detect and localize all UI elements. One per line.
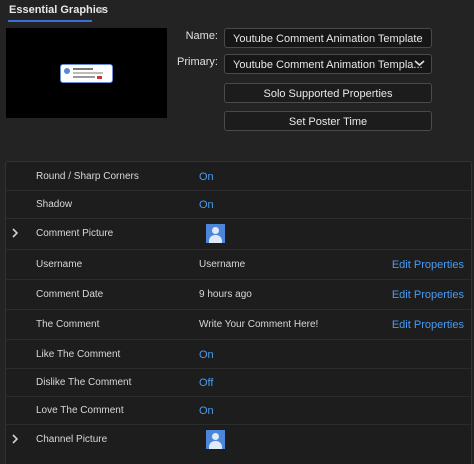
edit-properties-link[interactable]: Edit Properties — [392, 319, 464, 331]
property-label: Love The Comment — [36, 405, 124, 416]
property-toggle[interactable]: On — [199, 405, 214, 417]
preview-line — [73, 72, 103, 74]
property-value[interactable]: Username — [199, 259, 245, 270]
name-label: Name: — [185, 30, 218, 42]
property-label: Round / Sharp Corners — [36, 171, 139, 182]
property-label: Dislike The Comment — [36, 377, 132, 388]
property-value[interactable]: 9 hours ago — [199, 289, 252, 300]
panel-tab-underline — [8, 20, 92, 22]
property-row-round-corners: Round / Sharp Corners On — [6, 162, 471, 191]
property-toggle[interactable]: Off — [199, 377, 213, 389]
property-row-username: Username Username Edit Properties — [6, 250, 471, 280]
property-toggle[interactable]: On — [199, 199, 214, 211]
preview-heart — [97, 76, 102, 79]
preview-line — [73, 68, 93, 70]
property-label: Comment Date — [36, 289, 104, 300]
property-label: Username — [36, 259, 83, 270]
edit-properties-link[interactable]: Edit Properties — [392, 259, 464, 271]
property-label: The Comment — [36, 319, 100, 330]
properties-list: Round / Sharp Corners On Shadow On Comme… — [5, 161, 472, 464]
property-value[interactable]: Write Your Comment Here! — [199, 319, 318, 330]
chevron-right-icon[interactable] — [11, 228, 19, 241]
name-input[interactable]: Youtube Comment Animation Template — [224, 28, 432, 48]
panel-menu-icon[interactable]: ≡ — [97, 3, 104, 17]
property-row-love: Love The Comment On — [6, 397, 471, 425]
primary-select-value: Youtube Comment Animation Templa... — [233, 59, 423, 71]
solo-supported-properties-button[interactable]: Solo Supported Properties — [224, 83, 432, 103]
property-row-the-comment: The Comment Write Your Comment Here! Edi… — [6, 310, 471, 340]
property-label: Like The Comment — [36, 349, 121, 360]
property-row-like: Like The Comment On — [6, 340, 471, 369]
panel-header: Essential Graphics ≡ — [0, 0, 474, 22]
user-placeholder-icon[interactable] — [206, 430, 225, 449]
preview-icons — [73, 76, 95, 78]
property-row-shadow: Shadow On — [6, 191, 471, 219]
user-placeholder-icon[interactable] — [206, 224, 225, 243]
property-row-dislike: Dislike The Comment Off — [6, 369, 471, 397]
property-row-comment-date: Comment Date 9 hours ago Edit Properties — [6, 280, 471, 310]
property-row-comment-picture: Comment Picture — [6, 219, 471, 250]
property-label: Comment Picture — [36, 228, 114, 239]
comment-card-preview — [60, 64, 113, 83]
edit-properties-link[interactable]: Edit Properties — [392, 289, 464, 301]
set-poster-time-button[interactable]: Set Poster Time — [224, 111, 432, 131]
poster-thumbnail — [6, 28, 167, 118]
preview-avatar — [64, 68, 70, 74]
primary-select[interactable]: Youtube Comment Animation Templa... — [224, 54, 432, 74]
property-toggle[interactable]: On — [199, 171, 214, 183]
property-toggle[interactable]: On — [199, 349, 214, 361]
primary-label: Primary: — [177, 56, 218, 68]
property-row-channel-picture: Channel Picture — [6, 425, 471, 464]
panel-title: Essential Graphics — [9, 4, 109, 16]
chevron-right-icon[interactable] — [11, 434, 19, 447]
property-label: Channel Picture — [36, 434, 108, 445]
property-label: Shadow — [36, 199, 73, 210]
chevron-down-icon — [414, 58, 425, 71]
